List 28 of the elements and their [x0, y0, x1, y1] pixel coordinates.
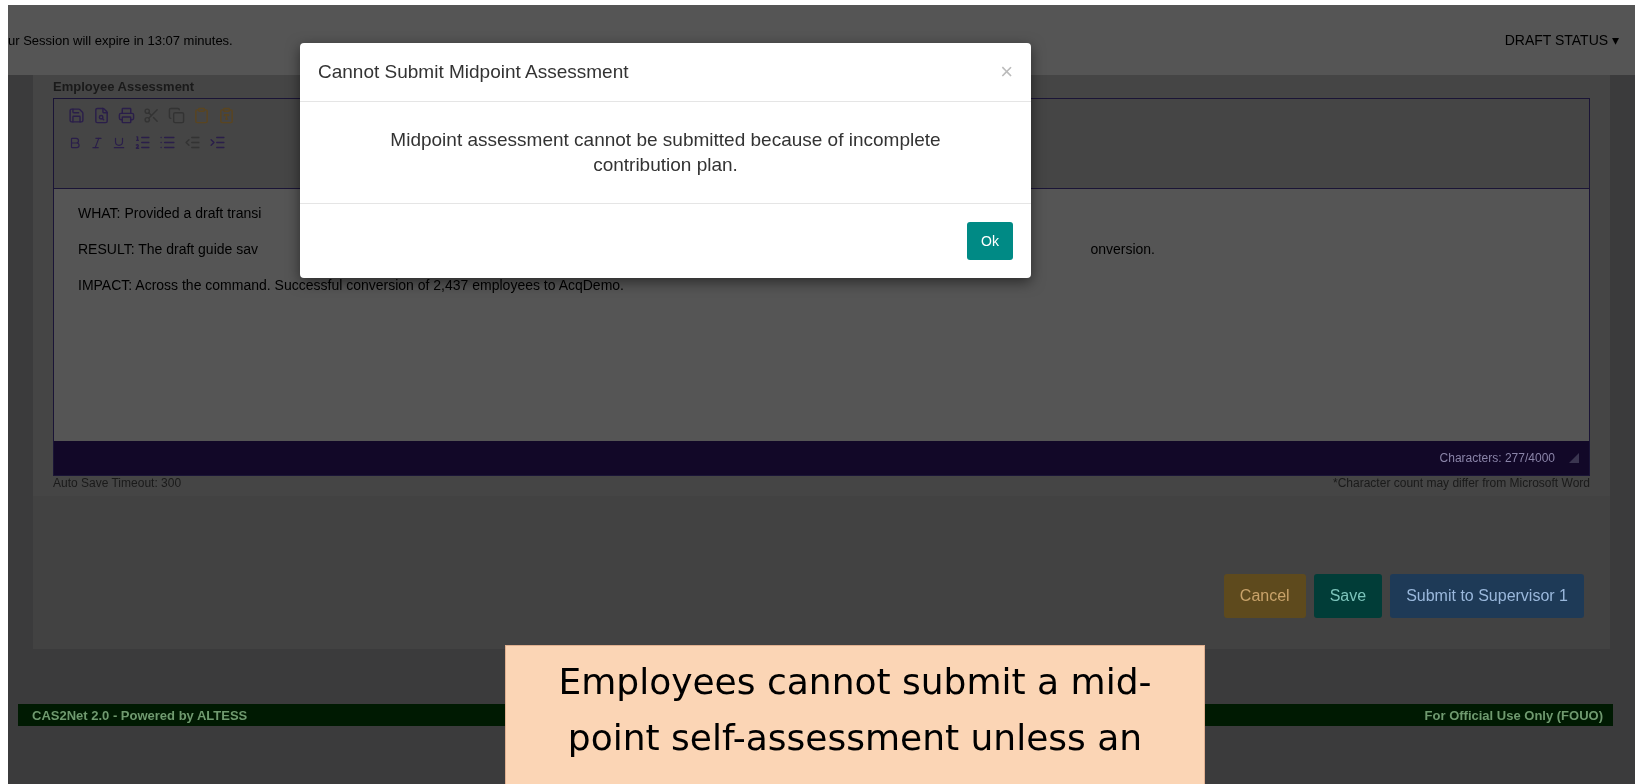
italic-icon[interactable]: [90, 135, 104, 150]
action-button[interactable]: Submit to Supervisor 1: [1390, 574, 1584, 618]
paste-icon[interactable]: [193, 107, 210, 124]
action-button[interactable]: Save: [1313, 574, 1383, 618]
character-count: Characters: 277/4000: [1439, 451, 1555, 465]
print-icon[interactable]: [118, 107, 135, 124]
footer-text: For Official Use Only (FOUO): [1424, 707, 1603, 723]
footer-text: CAS2Net 2.0 - Powered by ALTESS: [32, 707, 248, 723]
session-notice: ur Session will expire in 13:07 minutes.: [8, 32, 233, 48]
dialog-message: Midpoint assessment cannot be submitted because of incomplete contribution plan.: [389, 128, 942, 177]
save-icon[interactable]: [68, 107, 85, 124]
ok-button[interactable]: Ok: [967, 222, 1013, 261]
underline-icon[interactable]: [112, 135, 126, 150]
bold-icon[interactable]: [68, 135, 82, 150]
resize-handle-icon[interactable]: [1569, 453, 1579, 463]
status-menu[interactable]: DRAFT STATUS ▾: [1504, 32, 1619, 48]
assessment-text: WHAT: Provided a draft transi: [78, 205, 262, 221]
assessment-text: IMPACT: Across the command. Successful conversion of 2,437 employees to AcqDemo.: [78, 277, 624, 293]
numbered-list-icon[interactable]: [134, 134, 151, 151]
assessment-text: onversion.: [1090, 241, 1155, 257]
bullet-list-icon[interactable]: [159, 134, 176, 151]
assessment-text: RESULT: The draft guide sav: [78, 241, 259, 257]
indent-icon[interactable]: [209, 134, 226, 151]
callout-text: Employees cannot submit a mid-point self-assessment unless an: [557, 660, 1153, 760]
action-button[interactable]: Cancel: [1223, 574, 1306, 618]
preview-icon[interactable]: [93, 107, 110, 124]
paste-text-icon[interactable]: [218, 107, 235, 124]
dialog-title: Cannot Submit Midpoint Assessment: [318, 61, 629, 83]
